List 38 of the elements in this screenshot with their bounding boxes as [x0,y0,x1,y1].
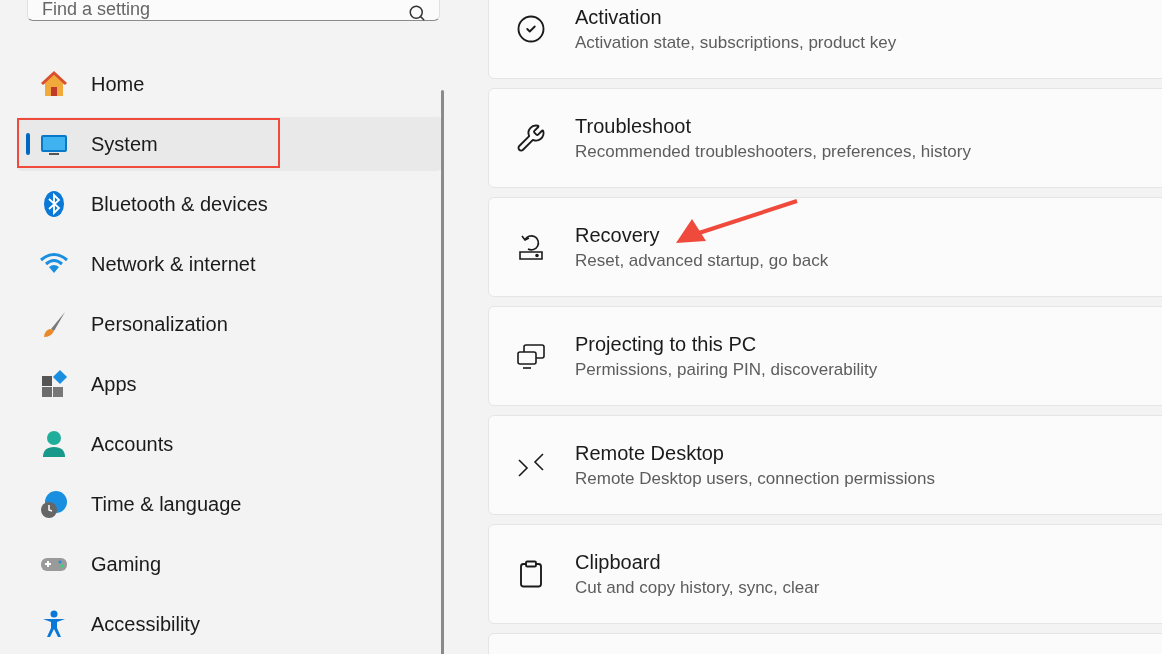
nav-item[interactable]: Gaming [17,537,442,591]
nav-item[interactable]: Network & internet [17,237,442,291]
nav-item[interactable]: Accounts [17,417,442,471]
settings-card[interactable]: Clipboard Cut and copy history, sync, clear [488,524,1162,624]
apps-icon [39,369,69,399]
nav-item[interactable]: System [17,117,442,171]
wrench-icon [516,123,546,153]
settings-card[interactable]: Activation Activation state, subscriptions, product key [488,0,1162,79]
nav-item[interactable]: Bluetooth & devices [17,177,442,231]
nav-item[interactable]: Accessibility [17,597,442,651]
drive-restore-icon [516,232,546,262]
settings-card[interactable]: Projecting to this PC Permissions, pairing PIN, discoverability [488,306,1162,406]
settings-card[interactable]: Troubleshoot Recommended troubleshooters, preferences, history [488,88,1162,188]
nav-item[interactable]: Personalization [17,297,442,351]
nav-item[interactable]: Home [17,57,442,111]
card-description: Recommended troubleshooters, preferences, history [575,141,971,162]
search-icon [408,4,426,22]
screens-icon [515,341,547,371]
house-icon [39,69,69,99]
nav-item[interactable]: Apps [17,357,442,411]
settings-card[interactable]: Recovery Reset, advanced startup, go back [488,197,1162,297]
globe-clock-icon [39,489,69,519]
card-description: Activation state, subscriptions, product key [575,32,897,53]
card-title: Remote Desktop [575,441,725,465]
card-description: Cut and copy history, sync, clear [575,577,820,598]
card-description: Reset, advanced startup, go back [575,250,829,271]
settings-card[interactable]: Remote Desktop Remote Desktop users, connection permissions [488,415,1162,515]
card-description: Remote Desktop users, connection permissions [575,468,935,489]
nav-item[interactable]: Time & language [17,477,442,531]
card-title: Recovery [575,223,661,247]
card-description: Permissions, pairing PIN, discoverability [575,359,878,380]
search-field[interactable]: Find a setting [27,0,440,21]
check-circle-icon [516,14,546,44]
card-title: Projecting to this PC [575,332,758,356]
card-title: Clipboard [575,550,662,574]
scrollbar-thumb[interactable] [441,90,444,654]
card-title: Troubleshoot [575,114,692,138]
card-title: Activation [575,5,663,29]
